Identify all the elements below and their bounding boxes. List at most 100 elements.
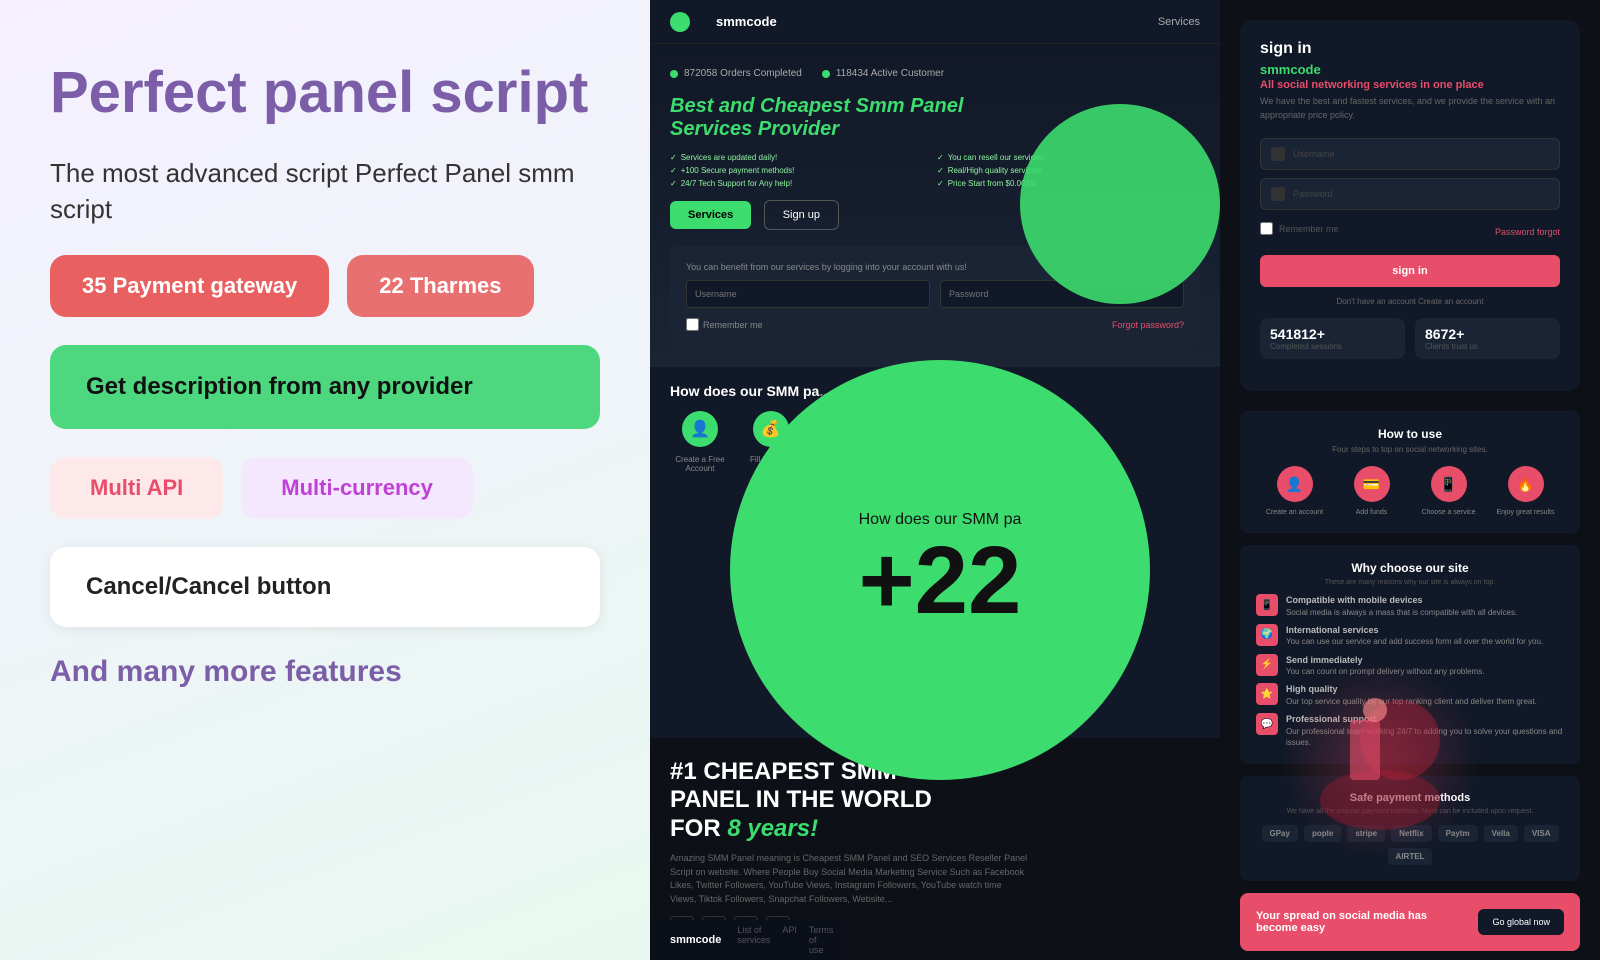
footer-link-1[interactable]: List of services (737, 925, 770, 955)
how-step-1: 👤 Create an account (1260, 466, 1330, 517)
badges-row: 35 Payment gateway 22 Tharmes (50, 255, 600, 317)
sidebar-password-input[interactable]: Password (1260, 178, 1560, 210)
stat-dot-1 (670, 70, 678, 78)
remember-label[interactable]: Remember me (686, 318, 763, 331)
stat-label-2: Clients trust us (1425, 342, 1550, 351)
stat-dot-2 (822, 70, 830, 78)
cta-button[interactable]: Go global now (1478, 909, 1564, 935)
choose-service-label: Choose a service (1421, 508, 1475, 517)
sidebar-brand: smmcode (1260, 62, 1560, 77)
right-layout: smmcode Services 872058 Orders Completed (650, 0, 1600, 960)
illustration-svg (1280, 660, 1480, 860)
hero-stats: 872058 Orders Completed 118434 Active Cu… (670, 68, 1200, 79)
why-item-2: 🌍 International services You can use our… (1256, 624, 1564, 648)
stat-completed: 541812+ Completed sessions (1260, 318, 1405, 359)
sidebar-stats: 541812+ Completed sessions 8672+ Clients… (1260, 318, 1560, 359)
bottom-desc: Amazing SMM Panel meaning is Cheapest SM… (670, 852, 1030, 906)
footer-link-2[interactable]: API (782, 925, 797, 955)
nav-brand: smmcode (716, 14, 777, 29)
feature-3: ✓ +100 Secure payment methods! (670, 166, 933, 175)
how-subtitle: Four steps to top on social networking s… (1256, 445, 1564, 454)
stat-clients: 8672+ Clients trust us (1415, 318, 1560, 359)
stat-num-1: 541812+ (1270, 326, 1395, 342)
nav-logo-dot (670, 12, 690, 32)
api-currency-row: Multi API Multi-currency (50, 457, 600, 519)
many-features-text: And many more features (50, 655, 600, 689)
hero-green-circle (1020, 104, 1220, 304)
circle-number: +22 (859, 533, 1022, 629)
hero-title-styled: Smm Panel (856, 95, 964, 117)
mock-hero: 872058 Orders Completed 118434 Active Cu… (650, 44, 1220, 367)
why-subtitle: These are many reasons why our site is a… (1256, 579, 1564, 586)
subtitle: The most advanced script Perfect Panel s… (50, 155, 600, 228)
why-text-1: Compatible with mobile devices Social me… (1286, 594, 1517, 618)
send-icon: ⚡ (1256, 654, 1278, 676)
signin-title: sign in (1260, 40, 1560, 58)
services-btn[interactable]: Services (670, 201, 751, 229)
how-step-4: 🔥 Enjoy great results (1491, 466, 1561, 517)
footer-brand: smmcode (670, 934, 721, 946)
big-green-circle: How does our SMM pa +22 (730, 360, 1150, 780)
stat-orders: 872058 Orders Completed (670, 68, 802, 79)
footer-link-3[interactable]: Terms of use (809, 925, 834, 955)
username-input[interactable] (686, 280, 930, 308)
nav-links: Services (1158, 16, 1200, 28)
forgot-password-link[interactable]: Forgot password? (1112, 320, 1184, 330)
stat-customers: 118434 Active Customer (822, 68, 944, 79)
right-panel: smmcode Services 872058 Orders Completed (650, 0, 1600, 960)
multi-api-badge: Multi API (50, 457, 223, 519)
create-account-label: Create an account (1266, 508, 1323, 517)
remember-forgot-row: Remember me Password forgot (1260, 222, 1560, 241)
add-funds-icon: 💳 (1354, 466, 1390, 502)
create-account-icon: 👤 (1277, 466, 1313, 502)
sidebar-username-input[interactable]: Username (1260, 138, 1560, 170)
sidebar-forgot[interactable]: Password forgot (1495, 227, 1560, 237)
choose-service-icon: 📱 (1431, 466, 1467, 502)
international-icon: 🌍 (1256, 624, 1278, 646)
stat-label-1: Completed sessions (1270, 342, 1395, 351)
how-to-use-section: How to use Four steps to top on social n… (1240, 411, 1580, 533)
why-item-1: 📱 Compatible with mobile devices Social … (1256, 594, 1564, 618)
signin-button[interactable]: sign in (1260, 255, 1560, 287)
how-step-3: 📱 Choose a service (1414, 466, 1484, 517)
nav-services-link[interactable]: Services (1158, 16, 1200, 28)
sidebar-inputs: Username Password (1260, 138, 1560, 210)
remember-row: Remember me Forgot password? (686, 318, 1184, 331)
how-step-2: 💳 Add funds (1337, 466, 1407, 517)
step-create-account: 👤 Create a Free Account (670, 411, 730, 473)
step-1-icon: 👤 (682, 411, 718, 447)
mobile-icon: 📱 (1256, 594, 1278, 616)
signup-btn[interactable]: Sign up (764, 200, 839, 230)
stat-num-2: 8672+ (1425, 326, 1550, 342)
sidebar-desc: We have the best and fastest services, a… (1260, 95, 1560, 122)
signin-card: sign in smmcode All social networking se… (1240, 20, 1580, 391)
mock-footer: smmcode List of services API Terms of us… (650, 920, 840, 960)
cta-banner: Your spread on social media has become e… (1240, 893, 1580, 951)
add-funds-label: Add funds (1356, 508, 1388, 517)
cta-text: Your spread on social media has become e… (1256, 910, 1436, 934)
password-placeholder: Password (1293, 189, 1333, 199)
payment-vella: Vella (1484, 825, 1518, 842)
themes-badge: 22 Tharmes (347, 255, 533, 317)
user-icon (1271, 147, 1285, 161)
remember-checkbox[interactable] (686, 318, 699, 331)
pink-illustration (1280, 660, 1480, 860)
why-title: Why choose our site (1256, 561, 1564, 575)
green-feature-box: Get description from any provider (50, 345, 600, 429)
quality-icon: ⭐ (1256, 683, 1278, 705)
sidebar-remember-checkbox[interactable] (1260, 222, 1273, 235)
sidebar-tagline: All social networking services in one pl… (1260, 79, 1560, 91)
enjoy-results-label: Enjoy great results (1497, 508, 1555, 517)
step-1-label: Create a Free Account (670, 455, 730, 473)
main-title: Perfect panel script (50, 60, 600, 127)
remember-me: Remember me (1260, 222, 1339, 235)
why-text-2: International services You can use our s… (1286, 624, 1543, 648)
left-panel: Perfect panel script The most advanced s… (0, 0, 650, 960)
how-steps: 👤 Create an account 💳 Add funds 📱 Choose… (1256, 466, 1564, 517)
enjoy-results-icon: 🔥 (1508, 466, 1544, 502)
create-account-link[interactable]: Don't have an account Create an account (1260, 297, 1560, 306)
payment-visa: VISA (1524, 825, 1559, 842)
payment-gateway-badge: 35 Payment gateway (50, 255, 329, 317)
cancel-box: Cancel/Cancel button (50, 547, 600, 627)
feature-5: ✓ 24/7 Tech Support for Any help! (670, 179, 933, 188)
